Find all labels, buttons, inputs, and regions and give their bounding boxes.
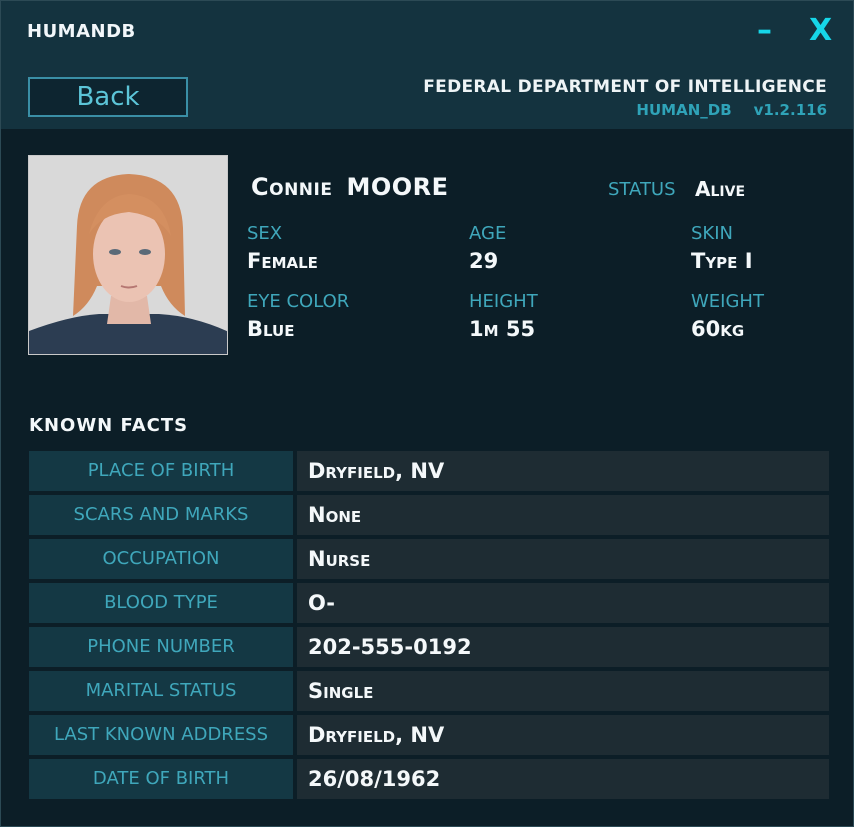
skin-value: Type I — [691, 249, 753, 273]
version-number: v1.2.116 — [753, 101, 827, 119]
mugshot-photo — [28, 155, 228, 355]
known-facts-title: KNOWN FACTS — [29, 415, 189, 436]
status-label: STATUS — [608, 179, 676, 200]
fact-label: SCARS AND MARKS — [29, 495, 293, 535]
facts-table: PLACE OF BIRTH Dryfield, NV SCARS AND MA… — [29, 451, 829, 803]
fact-value: Nurse — [297, 539, 829, 579]
fact-label: PHONE NUMBER — [29, 627, 293, 667]
first-name: Connie — [251, 173, 333, 201]
fact-row-phone-number: PHONE NUMBER 202-555-0192 — [29, 627, 829, 667]
app-title: HUMANDB — [27, 21, 136, 42]
height-value: 1m 55 — [469, 317, 536, 341]
sex-label: SEX — [247, 223, 283, 244]
age-label: AGE — [469, 223, 507, 244]
fact-row-scars-and-marks: SCARS AND MARKS None — [29, 495, 829, 535]
skin-label: SKIN — [691, 223, 734, 244]
fact-value: 26/08/1962 — [297, 759, 829, 799]
fact-value: None — [297, 495, 829, 535]
close-button[interactable]: X — [809, 13, 832, 48]
fact-value: Single — [297, 671, 829, 711]
fact-label: PLACE OF BIRTH — [29, 451, 293, 491]
version-line: HUMAN_DB v1.2.116 — [636, 101, 827, 119]
db-name: HUMAN_DB — [636, 101, 732, 119]
fact-value: O- — [297, 583, 829, 623]
fact-label: OCCUPATION — [29, 539, 293, 579]
fact-row-marital-status: MARITAL STATUS Single — [29, 671, 829, 711]
profile-content: Connie MOORE STATUS Alive SEX Female AGE … — [1, 129, 853, 826]
fact-label: MARITAL STATUS — [29, 671, 293, 711]
last-name: MOORE — [346, 173, 449, 201]
back-button[interactable]: Back — [28, 77, 188, 117]
title-bar: HUMANDB – X Back FEDERAL DEPARTMENT OF I… — [1, 1, 853, 129]
eye-color-value: Blue — [247, 317, 295, 341]
fact-value: Dryfield, NV — [297, 715, 829, 755]
fact-label: DATE OF BIRTH — [29, 759, 293, 799]
fact-row-place-of-birth: PLACE OF BIRTH Dryfield, NV — [29, 451, 829, 491]
fact-row-last-known-address: LAST KNOWN ADDRESS Dryfield, NV — [29, 715, 829, 755]
humandb-window: HUMANDB – X Back FEDERAL DEPARTMENT OF I… — [0, 0, 854, 827]
fact-label: BLOOD TYPE — [29, 583, 293, 623]
height-label: HEIGHT — [469, 291, 538, 312]
fact-label: LAST KNOWN ADDRESS — [29, 715, 293, 755]
age-value: 29 — [469, 249, 499, 273]
person-name: Connie MOORE — [251, 173, 449, 201]
fact-value: Dryfield, NV — [297, 451, 829, 491]
fact-value: 202-555-0192 — [297, 627, 829, 667]
minimize-button[interactable]: – — [757, 13, 772, 48]
status-value: Alive — [695, 177, 746, 201]
organization-name: FEDERAL DEPARTMENT OF INTELLIGENCE — [423, 77, 827, 97]
fact-row-date-of-birth: DATE OF BIRTH 26/08/1962 — [29, 759, 829, 799]
weight-value: 60kg — [691, 317, 745, 341]
fact-row-blood-type: BLOOD TYPE O- — [29, 583, 829, 623]
eye-color-label: EYE COLOR — [247, 291, 350, 312]
weight-label: WEIGHT — [691, 291, 764, 312]
fact-row-occupation: OCCUPATION Nurse — [29, 539, 829, 579]
sex-value: Female — [247, 249, 318, 273]
